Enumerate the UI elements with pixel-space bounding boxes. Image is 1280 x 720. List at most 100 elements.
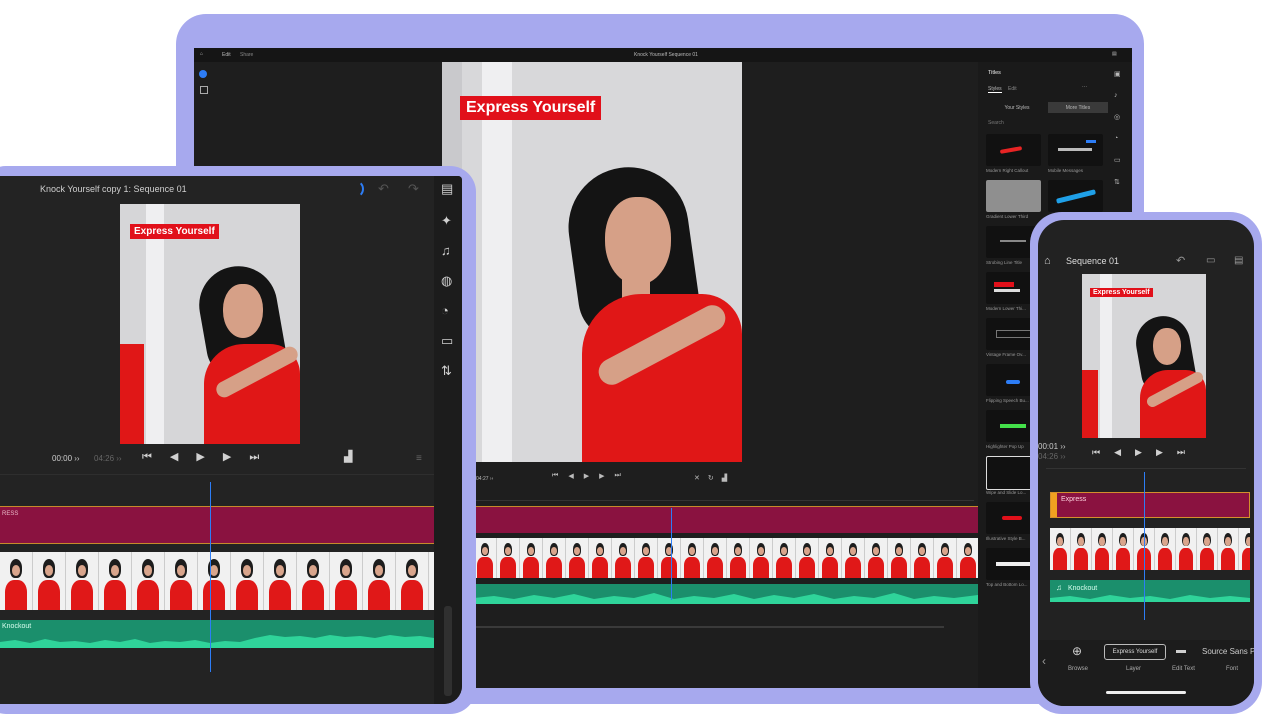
laptop-video-track[interactable]: [474, 538, 978, 578]
layer-chip[interactable]: Express Yourself: [1104, 644, 1166, 660]
skip-end-icon[interactable]: ⏭: [614, 472, 620, 480]
phone-bottom-toolbar: ‹ ⊕ Browse Express Yourself Layer ▬ Edit…: [1038, 640, 1254, 706]
play-icon[interactable]: ▶: [584, 472, 589, 480]
add-media-button[interactable]: [199, 70, 207, 78]
phone-audio-track[interactable]: ♫ Knockout: [1050, 580, 1250, 602]
your-styles-button[interactable]: Your Styles: [988, 102, 1046, 113]
step-back-icon[interactable]: ◀: [1114, 445, 1121, 459]
canvas-title-overlay[interactable]: Express Yourself: [1090, 288, 1153, 297]
step-back-icon[interactable]: ◀: [170, 450, 178, 464]
skip-end-icon[interactable]: ⏭: [249, 450, 259, 464]
step-back-icon[interactable]: ◀: [568, 472, 573, 480]
phone-title-track[interactable]: Express: [1050, 492, 1250, 518]
more-options-icon[interactable]: ···: [1082, 84, 1087, 90]
video-frame: [66, 552, 99, 610]
crop-icon[interactable]: ▭: [441, 334, 453, 348]
comment-icon[interactable]: ▤: [1234, 254, 1243, 268]
active-tab-indicator: [988, 92, 1002, 93]
phone-playhead[interactable]: [1144, 472, 1145, 620]
undo-icon[interactable]: ↶: [378, 182, 389, 196]
template-art: [1002, 516, 1022, 520]
tablet-scroll-handle[interactable]: [444, 606, 452, 696]
more-titles-button[interactable]: More Titles: [1048, 102, 1108, 113]
redo-icon[interactable]: ↷: [408, 182, 419, 196]
skip-start-icon[interactable]: ⏮: [552, 472, 558, 480]
trim-handle[interactable]: [1051, 493, 1057, 517]
video-frame: [888, 538, 911, 578]
skip-start-icon[interactable]: ⏮: [1092, 445, 1100, 459]
comment-icon[interactable]: ▤: [441, 182, 453, 196]
loop-icon[interactable]: ↻: [708, 474, 714, 482]
shirt-left-edge: [120, 344, 144, 444]
home-icon[interactable]: ⌂: [200, 51, 203, 57]
speed-icon[interactable]: ◔: [1114, 135, 1124, 142]
search-input[interactable]: Search: [988, 120, 1004, 126]
video-frame: [330, 552, 363, 610]
tablet-video-track[interactable]: [0, 552, 434, 610]
template-thumb[interactable]: [986, 134, 1041, 166]
laptop-timeline-ruler[interactable]: [474, 490, 974, 501]
play-icon[interactable]: ▶: [196, 450, 204, 464]
menu-icon[interactable]: ≡: [416, 452, 422, 466]
tablet-title-track[interactable]: RESS: [0, 506, 434, 544]
font-label: Font: [1226, 666, 1239, 672]
color-icon[interactable]: ◎: [1114, 113, 1124, 121]
transform-icon[interactable]: ⇅: [1114, 178, 1124, 186]
layer-chip-label: Express Yourself: [1112, 649, 1158, 655]
export-icon[interactable]: ▭: [1206, 254, 1215, 268]
video-frame: [612, 538, 635, 578]
template-thumb[interactable]: [1048, 134, 1103, 166]
phone-video-track[interactable]: [1050, 528, 1250, 570]
canvas-title-overlay[interactable]: Express Yourself: [130, 224, 219, 239]
skip-start-icon[interactable]: ⏮: [142, 450, 152, 464]
home-indicator[interactable]: [1106, 691, 1186, 694]
font-value[interactable]: Source Sans P: [1202, 647, 1254, 656]
template-art: [996, 562, 1030, 566]
keyboard-icon[interactable]: ▬: [1176, 644, 1186, 658]
audio-icon[interactable]: ♫: [441, 244, 451, 258]
levels-icon[interactable]: ▟: [344, 450, 352, 464]
video-frame: [474, 538, 497, 578]
comment-icon[interactable]: ▤: [1112, 51, 1117, 57]
browse-label: Browse: [1068, 666, 1089, 672]
video-frame: [297, 552, 330, 610]
color-icon[interactable]: ◍: [441, 274, 452, 288]
template-label: Modern Right Callout: [986, 168, 1029, 173]
template-label: Illustrative Style B...: [986, 536, 1026, 541]
tablet-playhead[interactable]: [210, 482, 211, 672]
transform-icon[interactable]: ⇅: [441, 364, 452, 378]
media-icon[interactable]: [200, 86, 208, 94]
titles-icon[interactable]: ✦: [441, 214, 452, 228]
step-forward-icon[interactable]: ▶: [1156, 445, 1163, 459]
speed-icon[interactable]: ◔: [441, 304, 449, 318]
home-icon[interactable]: ⌂: [1044, 254, 1051, 268]
tab-edit[interactable]: Edit: [222, 52, 231, 58]
template-thumb[interactable]: [1048, 180, 1103, 212]
template-art: [1086, 140, 1096, 143]
step-forward-icon[interactable]: ▶: [599, 472, 604, 480]
audio-icon[interactable]: ♪: [1114, 92, 1124, 99]
laptop-h-scrollbar[interactable]: [474, 626, 944, 628]
laptop-title-track[interactable]: [474, 506, 978, 533]
play-icon[interactable]: ▶: [1135, 445, 1142, 459]
template-thumb[interactable]: [986, 180, 1041, 212]
tab-panel-edit[interactable]: Edit: [1008, 86, 1017, 92]
undo-icon[interactable]: ↶: [1176, 254, 1185, 268]
canvas-title-overlay[interactable]: Express Yourself: [460, 96, 602, 120]
levels-icon[interactable]: ▟: [722, 474, 727, 482]
crop-icon[interactable]: ▭: [1114, 156, 1124, 164]
tab-share[interactable]: Share: [240, 52, 253, 58]
audio-clip-label: Knockout: [2, 623, 32, 630]
tablet-screen: Knock Yourself copy 1: Sequence 01 ↶ ↷ ▤…: [0, 176, 462, 704]
video-frame: [796, 538, 819, 578]
step-forward-icon[interactable]: ▶: [223, 450, 231, 464]
plus-icon[interactable]: ⊕: [1072, 644, 1082, 658]
skip-end-icon[interactable]: ⏭: [1177, 445, 1185, 459]
titles-icon[interactable]: ▣: [1114, 70, 1124, 78]
close-icon[interactable]: ✕: [694, 474, 700, 482]
tablet-audio-track[interactable]: Knockout: [0, 620, 434, 648]
template-label: Vintage Frame Ov...: [986, 352, 1026, 357]
laptop-audio-track[interactable]: [474, 584, 978, 604]
chevron-left-icon[interactable]: ‹: [1042, 654, 1046, 668]
laptop-playhead[interactable]: [671, 508, 672, 600]
